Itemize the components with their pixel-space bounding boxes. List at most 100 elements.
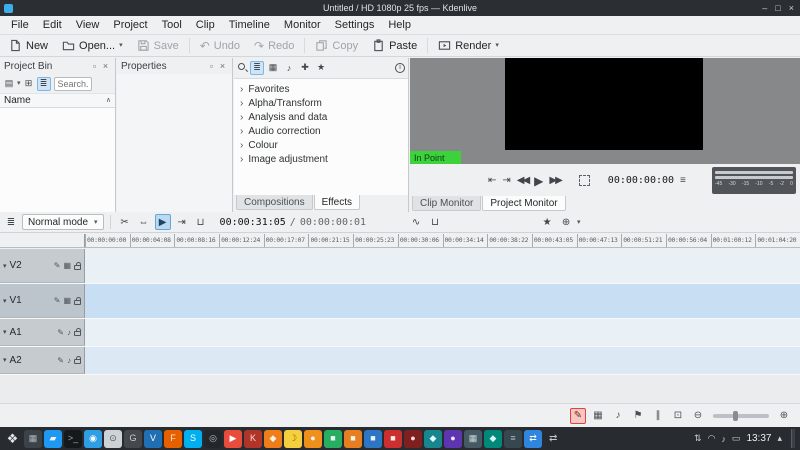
tab-clip-monitor[interactable]: Clip Monitor — [412, 196, 482, 211]
markers-icon[interactable]: ⚑ — [630, 408, 646, 424]
tab-project-monitor[interactable]: Project Monitor — [482, 196, 566, 211]
add-clip-button[interactable]: ▤ — [2, 77, 16, 91]
open-button[interactable]: Open... ▾ — [55, 36, 130, 56]
app-launcher-icon[interactable]: ❖ — [3, 429, 22, 448]
expand-chevron-icon[interactable] — [240, 112, 243, 123]
menubar-item[interactable]: Project — [106, 18, 154, 32]
fast-forward-icon[interactable]: ▶▶ — [549, 175, 562, 186]
show-all-effects-button[interactable]: ≣ — [250, 60, 264, 75]
redo-button[interactable]: ↷ Redo — [247, 36, 301, 56]
menubar-item[interactable]: File — [4, 18, 36, 32]
taskbar-app-icon[interactable]: ▦ — [24, 429, 42, 448]
expand-chevron-icon[interactable] — [240, 140, 243, 151]
favorite-effects-icon[interactable]: ★ — [539, 214, 555, 230]
audio-mix-icon[interactable]: ∿ — [408, 214, 424, 230]
track-lane-a2[interactable] — [85, 347, 800, 374]
track-header-v2[interactable]: ▾ V2 ✎ ▦ — [0, 249, 85, 283]
taskbar-app-icon[interactable]: ▰ — [44, 429, 62, 448]
create-folder-button[interactable]: ⊞ — [22, 77, 36, 91]
effect-category-row[interactable]: Alpha/Transform — [234, 96, 408, 110]
go-to-in-icon[interactable]: ⇤ — [488, 175, 496, 186]
effect-category-row[interactable]: Analysis and data — [234, 110, 408, 124]
taskbar-app-icon[interactable]: ■ — [344, 429, 362, 448]
taskbar-app-icon[interactable]: V — [144, 429, 162, 448]
bin-clip-list[interactable] — [0, 108, 115, 212]
taskbar-app-icon[interactable]: ◎ — [204, 429, 222, 448]
battery-icon[interactable]: ▭ — [732, 433, 741, 444]
copy-button[interactable]: Copy — [308, 36, 365, 56]
track-effects-icon[interactable]: ✎ — [54, 261, 61, 270]
menubar-item[interactable]: Help — [381, 18, 418, 32]
track-lane-v2[interactable] — [85, 249, 800, 283]
timeline-duration-timecode[interactable]: 00:00:00:01 — [300, 217, 366, 228]
taskbar-app-icon[interactable]: ■ — [324, 429, 342, 448]
list-view-button[interactable]: ≣ — [36, 76, 51, 91]
play-icon[interactable]: ▶ — [534, 174, 543, 188]
minimize-button[interactable]: – — [762, 3, 767, 13]
taskbar-app-icon[interactable]: ⇄ — [524, 429, 542, 448]
video-track-icon[interactable]: ▦ — [63, 296, 71, 305]
favorite-effects-button[interactable]: ★ — [314, 61, 328, 75]
sort-ascending-icon[interactable]: ∧ — [106, 97, 111, 104]
snap-icon[interactable]: ∥ — [650, 408, 666, 424]
track-lane-a1[interactable] — [85, 319, 800, 346]
monitor-menu-icon[interactable]: ≡ — [680, 175, 686, 186]
timeline-position-timecode[interactable]: 00:00:31:05 — [220, 217, 286, 228]
monitor-timecode[interactable]: 00:00:00:00 — [608, 175, 674, 186]
taskbar-app-icon[interactable]: F — [164, 429, 182, 448]
expand-chevron-icon[interactable] — [240, 126, 243, 137]
taskbar-app-icon[interactable]: ● — [404, 429, 422, 448]
taskbar-app-icon[interactable]: ◆ — [484, 429, 502, 448]
expand-chevron-icon[interactable] — [240, 84, 243, 95]
zoom-slider-handle[interactable] — [733, 410, 738, 421]
menubar-item[interactable]: Clip — [189, 18, 222, 32]
tab-effects[interactable]: Effects — [313, 195, 360, 210]
lock-icon[interactable] — [74, 328, 81, 336]
taskbar-app-icon[interactable]: ◆ — [424, 429, 442, 448]
overwrite-zone-icon[interactable]: ⊔ — [193, 214, 209, 230]
taskbar-app-icon[interactable]: ● — [444, 429, 462, 448]
effect-category-row[interactable]: Image adjustment — [234, 152, 408, 166]
info-icon[interactable]: i — [395, 62, 405, 73]
new-button[interactable]: New — [2, 36, 55, 56]
bin-name-header[interactable]: Name ∧ — [0, 93, 115, 108]
selection-tool-button[interactable]: ▶ — [154, 214, 171, 230]
close-button[interactable]: × — [789, 3, 794, 13]
zone-mode-icon[interactable] — [578, 175, 590, 186]
video-effects-button[interactable]: ▦ — [266, 61, 280, 75]
detach-panel-icon[interactable]: ▫ — [89, 61, 100, 71]
spacer-tool-icon[interactable]: ⇔ — [136, 214, 152, 230]
taskbar-app-icon[interactable]: G — [124, 429, 142, 448]
zoom-slider[interactable] — [713, 410, 769, 421]
wifi-icon[interactable]: ◠ — [708, 433, 716, 444]
show-desktop-button[interactable] — [791, 429, 795, 448]
taskbar-app-icon[interactable]: >_ — [64, 429, 82, 448]
menubar-item[interactable]: Monitor — [277, 18, 328, 32]
track-header-a2[interactable]: ▾ A2 ✎ ♪ — [0, 347, 85, 374]
track-effects-icon[interactable]: ✎ — [57, 328, 64, 337]
taskbar-app-icon[interactable]: K — [244, 429, 262, 448]
razor-tool-icon[interactable]: ✂ — [117, 214, 133, 230]
video-thumbnails-icon[interactable]: ▦ — [590, 408, 606, 424]
bin-search-input[interactable] — [53, 76, 92, 91]
taskbar-clock[interactable]: 13:37 — [746, 433, 771, 444]
zoom-fit-icon[interactable]: ⊡ — [670, 408, 686, 424]
taskbar-app-icon[interactable]: ● — [304, 429, 322, 448]
collapse-chevron-icon[interactable]: ▾ — [3, 297, 7, 305]
go-to-out-icon[interactable]: ⇥ — [502, 175, 510, 186]
taskbar-app-icon[interactable]: ■ — [364, 429, 382, 448]
timeline-ruler[interactable]: 00:00:00:00 00:00:04:08 00:00:08:16 00:00:1… — [0, 234, 800, 248]
menubar-item[interactable]: Timeline — [222, 18, 277, 32]
expand-chevron-icon[interactable] — [240, 98, 243, 109]
track-header-a1[interactable]: ▾ A1 ✎ ♪ — [0, 319, 85, 346]
collapse-chevron-icon[interactable]: ▾ — [3, 262, 7, 270]
lock-icon[interactable] — [74, 261, 81, 270]
save-button[interactable]: Save — [130, 36, 186, 56]
menubar-item[interactable]: Tool — [155, 18, 189, 32]
tab-compositions[interactable]: Compositions — [236, 195, 313, 210]
taskbar-app-icon[interactable]: ◉ — [84, 429, 102, 448]
zoom-out-icon[interactable]: ⊖ — [690, 408, 706, 424]
audio-thumbnails-icon[interactable]: ♪ — [610, 408, 626, 424]
volume-icon[interactable]: ♪ — [721, 434, 726, 444]
taskbar-app-icon[interactable]: ■ — [384, 429, 402, 448]
